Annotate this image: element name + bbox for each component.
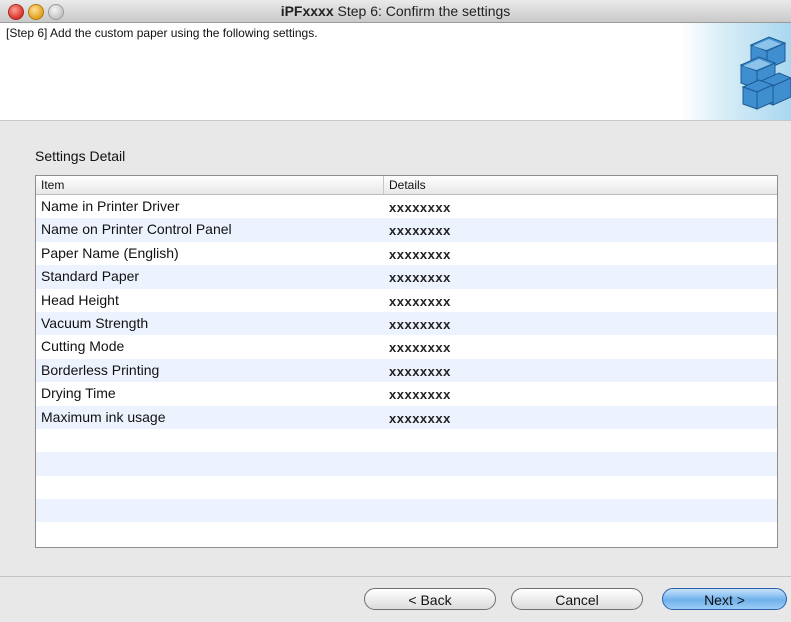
row-item: Paper Name (English) bbox=[41, 244, 179, 261]
row-item bbox=[36, 522, 384, 545]
row-details bbox=[384, 522, 777, 545]
row-details: xxxxxxxx bbox=[389, 410, 451, 426]
row-details: xxxxxxxx bbox=[389, 363, 451, 379]
table-row[interactable]: Head Height xxxxxxxx bbox=[36, 289, 777, 312]
table-row-empty bbox=[36, 429, 777, 452]
table-row[interactable]: Name on Printer Control Panel xxxxxxxx bbox=[36, 218, 777, 242]
row-details bbox=[384, 476, 777, 499]
row-item: Drying Time bbox=[41, 385, 116, 402]
stacked-cubes-icon bbox=[739, 36, 791, 110]
row-details: xxxxxxxx bbox=[389, 387, 451, 403]
footer-divider bbox=[0, 576, 791, 577]
table-row-empty bbox=[36, 452, 777, 476]
wizard-window: iPFxxxx Step 6: Confirm the settings [St… bbox=[0, 0, 791, 622]
table-row[interactable]: Vacuum Strength xxxxxxxx bbox=[36, 311, 777, 336]
row-details bbox=[384, 499, 777, 522]
table-row-empty bbox=[36, 522, 777, 545]
row-item: Cutting Mode bbox=[41, 338, 125, 355]
row-item: Vacuum Strength bbox=[41, 314, 149, 331]
row-details: xxxxxxxx bbox=[389, 293, 451, 309]
row-details: xxxxxxxx bbox=[389, 246, 451, 262]
row-item: Name in Printer Driver bbox=[41, 198, 180, 214]
row-item: Head Height bbox=[41, 291, 119, 308]
row-item bbox=[36, 476, 384, 499]
table-body: Name in Printer Driver xxxxxxxx Name on P… bbox=[36, 195, 777, 546]
title-bar[interactable]: iPFxxxx Step 6: Confirm the settings bbox=[0, 0, 791, 23]
next-button[interactable]: Next > bbox=[662, 588, 787, 610]
row-item: Name on Printer Control Panel bbox=[41, 221, 232, 238]
row-item bbox=[36, 499, 384, 522]
window-title: iPFxxxx Step 6: Confirm the settings bbox=[0, 3, 791, 19]
row-item: Standard Paper bbox=[41, 268, 140, 285]
row-details bbox=[384, 429, 777, 452]
back-button[interactable]: < Back bbox=[364, 588, 496, 610]
row-details: xxxxxxxx bbox=[389, 200, 451, 215]
header-graphic-icon bbox=[681, 23, 791, 120]
window-title-text: Step 6: Confirm the settings bbox=[333, 3, 511, 19]
settings-table[interactable]: Item Details Name in Printer Driver xxxxx… bbox=[35, 175, 778, 548]
row-details bbox=[384, 452, 777, 475]
table-row-empty bbox=[36, 476, 777, 499]
table-row[interactable]: Maximum ink usage xxxxxxxx bbox=[36, 405, 777, 429]
table-row-empty bbox=[36, 499, 777, 523]
table-row[interactable]: Cutting Mode xxxxxxxx bbox=[36, 335, 777, 358]
table-header: Item Details bbox=[36, 176, 777, 195]
row-details: xxxxxxxx bbox=[389, 316, 451, 332]
table-row[interactable]: Drying Time xxxxxxxx bbox=[36, 382, 777, 405]
column-header-details[interactable]: Details bbox=[384, 176, 777, 194]
row-details: xxxxxxxx bbox=[389, 223, 451, 239]
window-title-model: iPFxxxx bbox=[280, 3, 334, 19]
table-row[interactable]: Standard Paper xxxxxxxx bbox=[36, 265, 777, 289]
settings-detail-title: Settings Detail bbox=[35, 148, 126, 164]
row-item: Borderless Printing bbox=[41, 361, 160, 378]
row-item bbox=[36, 452, 384, 475]
row-details: xxxxxxxx bbox=[389, 340, 451, 356]
row-details: xxxxxxxx bbox=[389, 270, 451, 286]
column-header-item[interactable]: Item bbox=[36, 176, 384, 194]
wizard-header: [Step 6] Add the custom paper using the … bbox=[0, 23, 791, 121]
table-row[interactable]: Paper Name (English) xxxxxxxx bbox=[36, 242, 777, 265]
step-instruction: [Step 6] Add the custom paper using the … bbox=[6, 26, 318, 40]
row-item bbox=[36, 429, 384, 452]
row-item: Maximum ink usage bbox=[41, 408, 166, 425]
table-row[interactable]: Borderless Printing xxxxxxxx bbox=[36, 358, 777, 383]
table-row[interactable]: Name in Printer Driver xxxxxxxx bbox=[36, 195, 777, 218]
cancel-button[interactable]: Cancel bbox=[511, 588, 643, 610]
